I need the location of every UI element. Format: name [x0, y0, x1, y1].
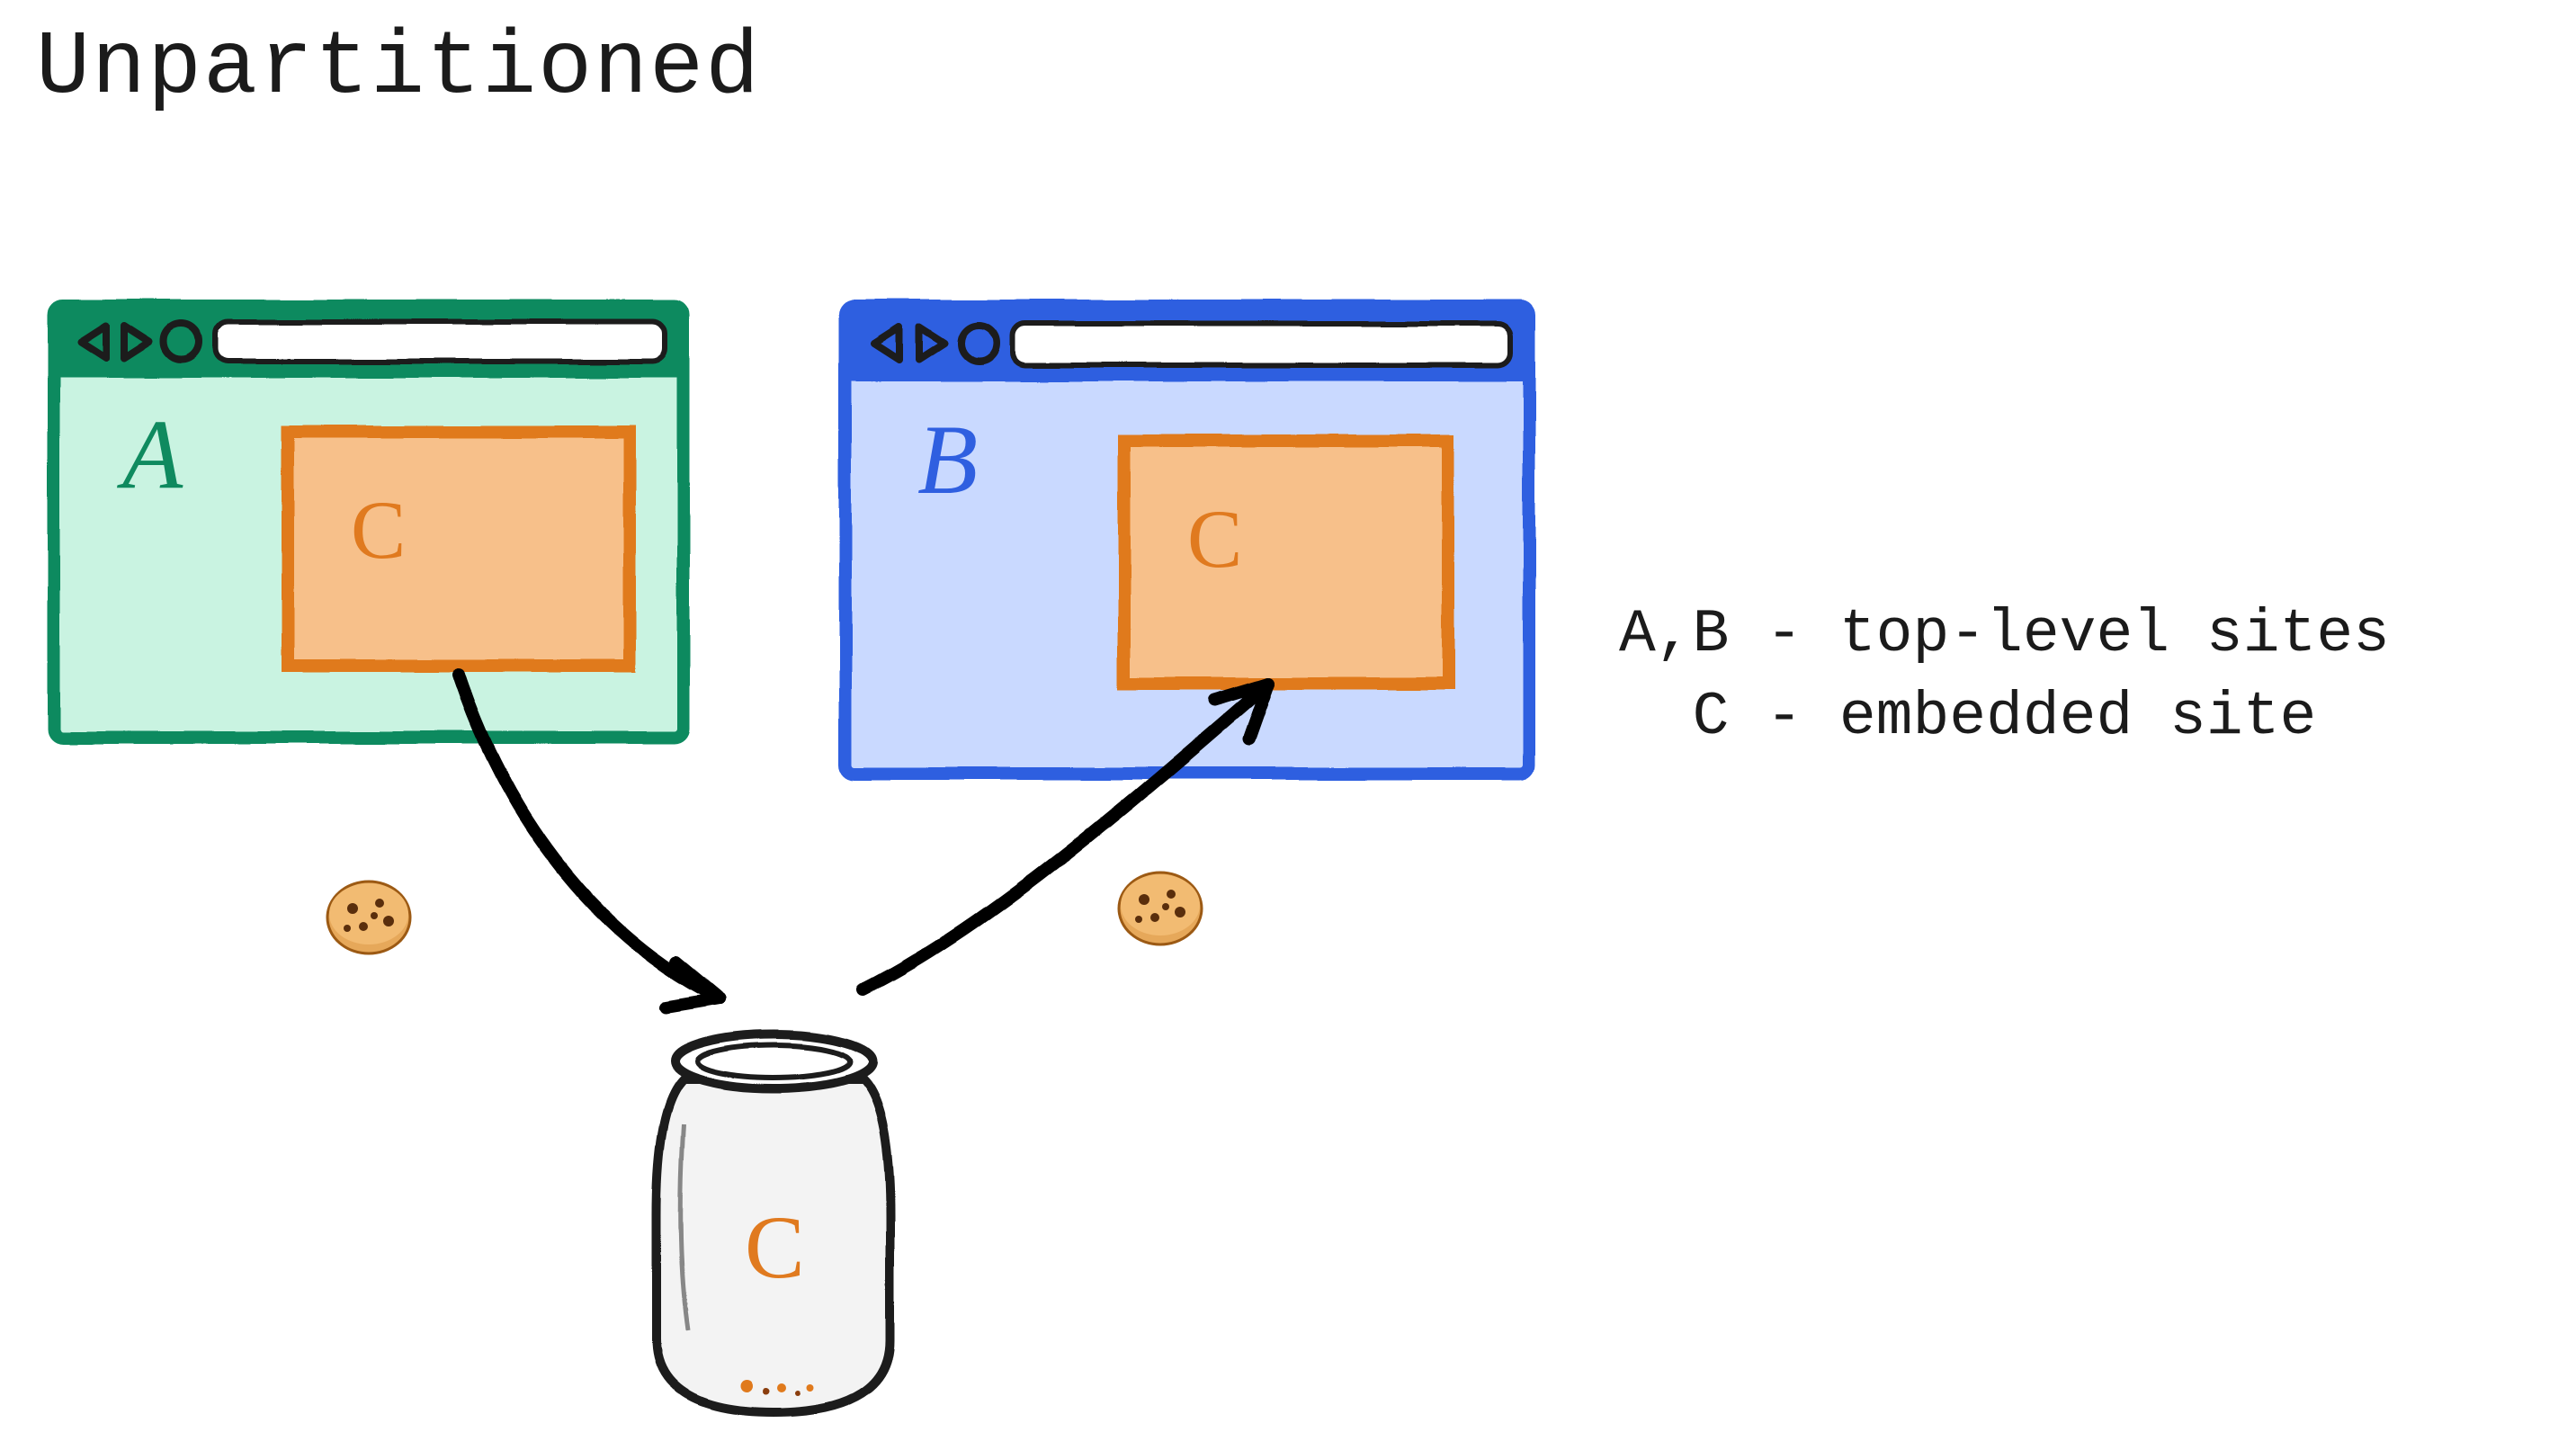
- diagram-stage: A C B C: [36, 297, 1565, 1430]
- embed-c-in-b-label: C: [1187, 493, 1242, 585]
- legend-line-2: C - embedded site: [1619, 683, 2316, 752]
- embed-c-in-a: [288, 432, 630, 666]
- legend-line-1: A,B - top-level sites: [1619, 600, 2390, 669]
- embed-c-in-b: [1124, 441, 1448, 684]
- diagram-title: Unpartitioned: [36, 18, 761, 120]
- site-a-label: A: [116, 399, 183, 509]
- embed-c-in-a-label: C: [351, 484, 406, 576]
- cookie-icon-right: [1119, 873, 1202, 944]
- site-b-label: B: [917, 405, 978, 515]
- jar-label: C: [745, 1197, 805, 1297]
- cookie-icon-left: [327, 882, 410, 953]
- legend: A,B - top-level sites C - embedded site: [1619, 594, 2390, 759]
